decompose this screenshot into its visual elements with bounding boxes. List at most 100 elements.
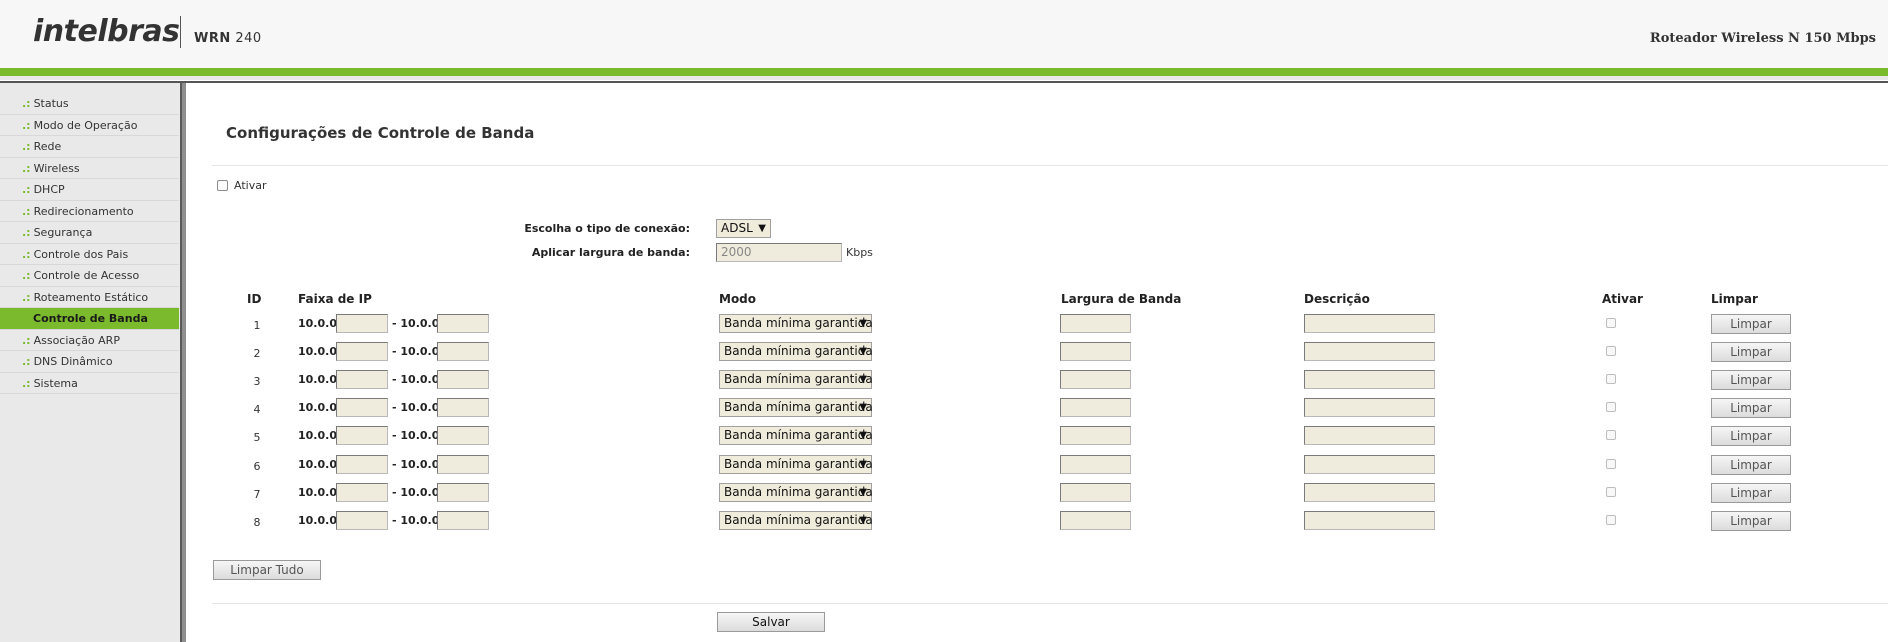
row-clear-button[interactable]: Limpar (1711, 370, 1791, 390)
row-enable-checkbox[interactable] (1606, 346, 1616, 356)
ip-end-input[interactable] (437, 342, 489, 361)
mode-select[interactable]: Banda mínima garantida ▼ (719, 370, 873, 389)
sidebar-bullet-icon: .: (22, 97, 31, 110)
row-clear-button[interactable]: Limpar (1711, 398, 1791, 418)
mode-select[interactable]: Banda mínima garantida ▼ (719, 426, 873, 445)
logo-divider (180, 16, 181, 48)
description-input[interactable] (1304, 426, 1435, 445)
sidebar-item-9[interactable]: .: Roteamento Estático (0, 287, 179, 308)
bandwidth-rate-input[interactable] (1060, 483, 1131, 502)
dropdown-arrow-icon: ▼ (859, 515, 867, 526)
ip-start-input[interactable] (336, 342, 388, 361)
sidebar-item-label: Segurança (33, 226, 93, 239)
ip-start-input[interactable] (336, 370, 388, 389)
ip-prefix: 10.0.0. (298, 486, 342, 499)
sidebar-item-3[interactable]: .: Wireless (0, 158, 179, 179)
row-clear-button[interactable]: Limpar (1711, 511, 1791, 531)
enable-checkbox[interactable] (217, 179, 228, 191)
ip-end-input[interactable] (437, 455, 489, 474)
row-enable-checkbox[interactable] (1606, 459, 1616, 469)
ip-start-input[interactable] (336, 455, 388, 474)
ip-end-input[interactable] (437, 314, 489, 333)
row-clear-button[interactable]: Limpar (1711, 426, 1791, 446)
bandwidth-rate-input[interactable] (1060, 398, 1131, 417)
ip-start-input[interactable] (336, 426, 388, 445)
description-input[interactable] (1304, 398, 1435, 417)
model-name: WRN 240 (194, 31, 262, 46)
sidebar-bullet-icon: .: (22, 204, 31, 218)
sidebar-item-0[interactable]: .: Status (0, 93, 179, 115)
row-id: 7 (253, 488, 261, 501)
ip-start-input[interactable] (336, 483, 388, 502)
sidebar-item-12[interactable]: .: DNS Dinâmico (0, 351, 179, 373)
sidebar-bullet-icon: .: (22, 269, 31, 282)
dropdown-arrow-icon: ▼ (859, 487, 867, 498)
description-input[interactable] (1304, 511, 1435, 530)
bandwidth-rate-input[interactable] (1060, 370, 1131, 389)
ip-start-input[interactable] (336, 314, 388, 333)
mode-select[interactable]: Banda mínima garantida ▼ (719, 511, 873, 530)
row-enable-checkbox[interactable] (1606, 515, 1616, 525)
description-input[interactable] (1304, 314, 1435, 333)
bandwidth-rate-input[interactable] (1060, 426, 1131, 445)
save-button[interactable]: Salvar (717, 612, 825, 632)
ip-end-input[interactable] (437, 511, 489, 530)
sidebar-item-5[interactable]: .: Redirecionamento (0, 201, 179, 222)
row-enable-checkbox[interactable] (1606, 487, 1616, 497)
ip-start-input[interactable] (336, 511, 388, 530)
row-enable-checkbox[interactable] (1606, 374, 1616, 384)
row-enable-checkbox[interactable] (1606, 430, 1616, 440)
row-clear-button[interactable]: Limpar (1711, 314, 1791, 334)
sidebar-item-10[interactable]: .:Controle de Banda (0, 308, 179, 330)
mode-select[interactable]: Banda mínima garantida ▼ (719, 455, 873, 474)
mode-select[interactable]: Banda mínima garantida ▼ (719, 398, 873, 417)
bandwidth-rate-input[interactable] (1060, 342, 1131, 361)
ip-end-input[interactable] (437, 483, 489, 502)
row-clear-button[interactable]: Limpar (1711, 483, 1791, 503)
ip-prefix: 10.0.0. (298, 317, 342, 330)
row-enable-checkbox[interactable] (1606, 318, 1616, 328)
ip-end-input[interactable] (437, 426, 489, 445)
col-header-clear: Limpar (1711, 292, 1758, 306)
mode-select[interactable]: Banda mínima garantida ▼ (719, 314, 873, 333)
row-clear-button[interactable]: Limpar (1711, 342, 1791, 362)
sidebar-item-label: DNS Dinâmico (33, 355, 113, 368)
sidebar-item-13[interactable]: .: Sistema (0, 373, 179, 394)
description-input[interactable] (1304, 342, 1435, 361)
mode-select[interactable]: Banda mínima garantida ▼ (719, 483, 873, 502)
enable-row: Ativar (217, 178, 266, 192)
description-input[interactable] (1304, 370, 1435, 389)
ip-separator: - 10.0.0. (392, 458, 444, 471)
col-header-id: ID (247, 292, 262, 306)
ip-separator: - 10.0.0. (392, 345, 444, 358)
ip-separator: - 10.0.0. (392, 429, 444, 442)
sidebar-item-label: Wireless (33, 161, 80, 175)
row-id: 3 (253, 375, 261, 388)
row-enable-checkbox[interactable] (1606, 402, 1616, 412)
ip-start-input[interactable] (336, 398, 388, 417)
sidebar-item-1[interactable]: .: Modo de Operação (0, 115, 179, 136)
sidebar-item-11[interactable]: .: Associação ARP (0, 330, 179, 351)
row-clear-button[interactable]: Limpar (1711, 455, 1791, 475)
sidebar-item-label: Status (33, 97, 69, 110)
page-title: Configurações de Controle de Banda (226, 124, 535, 142)
sidebar-item-7[interactable]: .: Controle dos Pais (0, 244, 179, 265)
bandwidth-rate-input[interactable] (1060, 455, 1131, 474)
sidebar-item-2[interactable]: .: Rede (0, 136, 179, 158)
bandwidth-rate-input[interactable] (1060, 314, 1131, 333)
description-input[interactable] (1304, 483, 1435, 502)
sidebar-item-4[interactable]: .: DHCP (0, 179, 179, 201)
connection-type-select[interactable]: ADSL ▼ (716, 219, 771, 238)
description-input[interactable] (1304, 455, 1435, 474)
sidebar-bullet-icon: .: (22, 333, 31, 347)
ip-end-input[interactable] (437, 370, 489, 389)
sidebar-item-6[interactable]: .: Segurança (0, 222, 179, 244)
sidebar-item-8[interactable]: .: Controle de Acesso (0, 265, 179, 287)
mode-select[interactable]: Banda mínima garantida ▼ (719, 342, 873, 361)
bandwidth-input[interactable]: 2000 (716, 243, 842, 262)
ip-prefix: 10.0.0. (298, 514, 342, 527)
sidebar-bullet-icon: .: (22, 140, 31, 153)
ip-end-input[interactable] (437, 398, 489, 417)
bandwidth-rate-input[interactable] (1060, 511, 1131, 530)
clear-all-button[interactable]: Limpar Tudo (213, 560, 321, 580)
